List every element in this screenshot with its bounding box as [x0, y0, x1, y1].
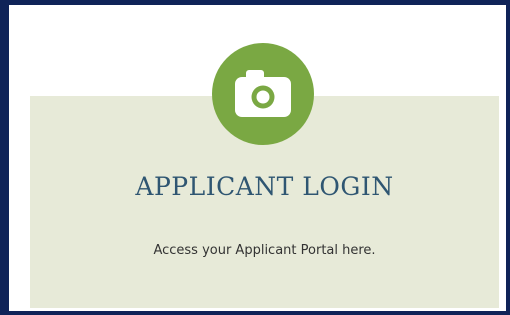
applicant-login-description: Access your Applicant Portal here.: [153, 243, 376, 258]
applicant-login-icon-button[interactable]: [212, 43, 314, 145]
camera-icon: [235, 70, 291, 117]
applicant-login-title[interactable]: APPLICANT LOGIN: [30, 172, 499, 201]
